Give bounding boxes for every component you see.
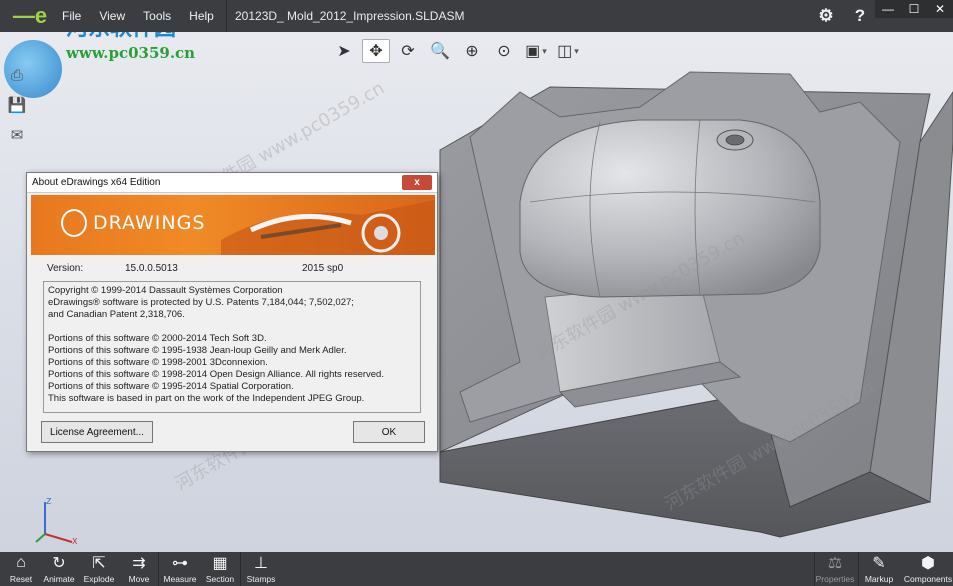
copyright-line: Portions of this software © 2000-2014 Te… xyxy=(48,333,267,344)
edrawings-banner: DRAWINGS xyxy=(31,195,435,255)
dialog-title: About eDrawings x64 Edition xyxy=(27,173,437,193)
zoom-icon[interactable]: ⊕ xyxy=(458,39,486,63)
select-icon[interactable]: ➤ xyxy=(330,39,358,63)
animate-icon: ↻ xyxy=(52,555,66,572)
service-pack: 2015 sp0 xyxy=(302,263,344,274)
copyright-line: Copyright © 1999-2014 Dassault Systèmes … xyxy=(48,285,283,296)
watermark-url: www.pc0359.cn xyxy=(66,44,196,62)
zoom-area-icon[interactable]: ⊙ xyxy=(490,39,518,63)
copyright-line: eDrawings® software is protected by U.S.… xyxy=(48,297,354,308)
3d-viewport[interactable]: 河东软件园 www.pc0359.cn 河东软件园 www.pc0359.cn … xyxy=(0,32,953,552)
explode-label: Explode xyxy=(83,574,115,584)
animate-label: Animate xyxy=(43,574,75,584)
watermark-title: 河东软件园 xyxy=(66,32,176,42)
about-dialog: About eDrawings x64 Edition x DRAWINGS V… xyxy=(26,172,438,452)
svg-text:Z: Z xyxy=(46,497,52,506)
measure-button[interactable]: ⊶ Measure xyxy=(159,552,201,586)
pen-icon: ✎ xyxy=(872,555,886,572)
measure-label: Measure xyxy=(163,574,197,584)
move-icon: ⇉ xyxy=(132,555,146,572)
animate-button[interactable]: ↻ Animate xyxy=(38,552,80,586)
svg-text:X: X xyxy=(72,537,78,546)
menu-tools[interactable]: Tools xyxy=(143,9,171,23)
version-value: 15.0.0.5013 xyxy=(125,263,178,274)
copyright-line: Portions of this software © 1998-2014 Op… xyxy=(48,369,384,380)
scales-icon: ⚖ xyxy=(827,555,843,572)
help-icon[interactable]: ? xyxy=(843,0,877,32)
maximize-button[interactable]: ☐ xyxy=(901,0,927,18)
views-icon[interactable]: ▣ xyxy=(522,39,550,63)
document-title: 20123D_ Mold_2012_Impression.SLDASM xyxy=(226,0,781,32)
copyright-line: Portions of this software © 1995-1938 Je… xyxy=(48,345,347,356)
email-icon[interactable]: ✉ xyxy=(6,124,28,146)
properties-label: Properties xyxy=(815,574,855,584)
components-button[interactable]: ⬢ Components xyxy=(903,552,953,586)
window-controls: — ☐ ✕ xyxy=(875,0,953,18)
section-label: Section xyxy=(205,574,235,584)
reset-label: Reset xyxy=(9,574,33,584)
stamps-icon: ⊥ xyxy=(254,555,268,572)
zoom-to-fit-icon[interactable]: 🔍 xyxy=(426,39,454,63)
home-icon: ⌂ xyxy=(16,554,26,571)
rotate-icon[interactable]: ⟳ xyxy=(394,39,422,63)
left-toolbar: ⎙ 💾 ✉ xyxy=(6,64,30,146)
menu-help[interactable]: Help xyxy=(189,9,214,23)
properties-button[interactable]: ⚖ Properties xyxy=(814,552,856,586)
display-style-icon[interactable]: ◫ xyxy=(554,39,582,63)
move-button[interactable]: ⇉ Move xyxy=(118,552,160,586)
axis-triad: Z X xyxy=(35,497,78,546)
pan-icon[interactable]: ✥ xyxy=(362,39,390,63)
explode-icon: ⇱ xyxy=(92,555,106,572)
move-label: Move xyxy=(128,574,150,584)
license-agreement-button[interactable]: License Agreement... xyxy=(41,421,153,443)
gear-icon[interactable]: ⚙ xyxy=(809,0,843,32)
copyright-line: and Canadian Patent 2,318,706. xyxy=(48,309,185,320)
banner-text: DRAWINGS xyxy=(93,212,206,234)
copyright-line xyxy=(48,321,416,333)
dialog-close-button[interactable]: x xyxy=(402,175,432,190)
copyright-box: Copyright © 1999-2014 Dassault Systèmes … xyxy=(43,281,421,413)
version-label: Version: xyxy=(47,263,84,274)
close-window-button[interactable]: ✕ xyxy=(927,0,953,18)
ok-button[interactable]: OK xyxy=(353,421,425,443)
copyright-line: This software is based in part on the wo… xyxy=(48,393,365,404)
copyright-line: Portions of this software © 1998-2001 3D… xyxy=(48,357,268,368)
stamps-label: Stamps xyxy=(246,574,276,584)
measure-icon: ⊶ xyxy=(172,555,188,572)
reset-button[interactable]: ⌂ Reset xyxy=(0,552,42,586)
app-logo: —e xyxy=(12,3,48,28)
bottom-toolbar: ⌂ Reset ↻ Animate ⇱ Explode ⇉ Move ⊶ Mea… xyxy=(0,552,953,586)
section-icon: ▦ xyxy=(212,555,228,572)
view-toolbar: ➤ ✥ ⟳ 🔍 ⊕ ⊙ ▣ ◫ xyxy=(330,38,582,64)
save-icon[interactable]: 💾 xyxy=(6,94,28,116)
minimize-button[interactable]: — xyxy=(875,0,901,18)
copyright-line: Portions of this software © 1995-2014 Sp… xyxy=(48,381,294,392)
title-bar: —e File View Tools Help 20123D_ Mold_201… xyxy=(0,0,953,32)
explode-button[interactable]: ⇱ Explode xyxy=(78,552,120,586)
edrawings-e-logo xyxy=(61,209,87,237)
banner-artwork xyxy=(221,200,435,255)
markup-label: Markup xyxy=(864,574,894,584)
section-button[interactable]: ▦ Section xyxy=(199,552,241,586)
print-icon[interactable]: ⎙ xyxy=(6,64,28,86)
stamps-button[interactable]: ⊥ Stamps xyxy=(240,552,282,586)
markup-button[interactable]: ✎ Markup xyxy=(858,552,900,586)
components-label: Components xyxy=(903,574,953,584)
menu-bar: File View Tools Help xyxy=(62,0,214,32)
cube-icon: ⬢ xyxy=(921,555,935,572)
menu-file[interactable]: File xyxy=(62,9,81,23)
menu-view[interactable]: View xyxy=(99,9,125,23)
